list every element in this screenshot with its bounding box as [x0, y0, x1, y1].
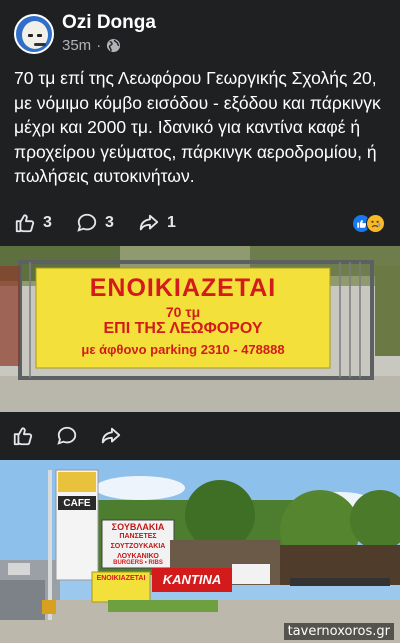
banner-size: 70 τμ — [165, 304, 201, 320]
share-icon — [139, 214, 159, 231]
watermark: tavernoxoros.gr — [283, 623, 394, 640]
avatar-face — [22, 21, 48, 49]
food-sign: ΣΟΥΒΛΑΚΙΑ ΠΑΝΣΕΤΕΣ ΣΟΥΤΖΟΥΚΑΚΙΑ ΛΟΥΚΑΝΙΚ… — [102, 522, 174, 562]
like-button[interactable]: 3 — [14, 212, 52, 234]
kantina-sign: KANTINA — [162, 572, 222, 587]
thumbs-up-icon — [15, 214, 35, 233]
sign-cafe: CAFE — [63, 498, 91, 509]
comment-count: 3 — [105, 214, 114, 231]
post-meta: 35m · — [62, 37, 121, 54]
banner-phone: με άφθονο parking 2310 - 478888 — [81, 342, 285, 357]
banner-location: ΕΠΙ ΤΗΣ ΛΕΩΦΟΡΟΥ — [103, 320, 263, 337]
comment-button[interactable]: 3 — [76, 212, 114, 234]
photo-action-bar — [0, 420, 400, 454]
post-photo-banner[interactable]: ΕΝΟΙΚΙΑΖΕΤΑΙ 70 τμ ΕΠΙ ΤΗΣ ΛΕΩΦΟΡΟΥ με ά… — [0, 246, 400, 412]
globe-icon — [107, 38, 121, 53]
post-text: 70 τμ επί της Λεωφόρου Γεωργικής Σχολής … — [14, 68, 381, 186]
reaction-summary[interactable] — [352, 214, 388, 234]
post-header: Ozi Donga 35m · — [0, 0, 400, 60]
avatar[interactable] — [14, 14, 54, 54]
like-count: 3 — [43, 214, 52, 231]
thumbs-up-icon[interactable] — [12, 425, 34, 447]
share-count: 1 — [167, 214, 176, 231]
sad-reaction-icon — [366, 214, 385, 233]
comment-icon — [77, 213, 97, 232]
food-sign-line1: ΣΟΥΒΛΑΚΙΑ — [111, 522, 165, 532]
post-time[interactable]: 35m — [62, 37, 91, 54]
reaction-bar: 3 3 1 — [0, 206, 400, 240]
comment-icon[interactable] — [56, 425, 78, 447]
small-rent-banner: ΕΝΟΙΚΙΑΖΕΤΑΙ — [96, 575, 146, 582]
banner-title: ΕΝΟΙΚΙΑΖΕΤΑΙ — [89, 274, 277, 302]
kantina-photo-scene — [0, 460, 400, 643]
share-icon[interactable] — [100, 425, 122, 447]
food-sign-line2: ΠΑΝΣΕΤΕΣ — [119, 533, 157, 540]
author-name[interactable]: Ozi Donga — [62, 12, 156, 34]
post-photo-kantina[interactable]: CAFE ΣΟΥΒΛΑΚΙΑ ΠΑΝΣΕΤΕΣ ΣΟΥΤΖΟΥΚΑΚΙΑ ΛΟΥ… — [0, 460, 400, 643]
share-button[interactable]: 1 — [138, 212, 176, 234]
food-sign-line3: ΣΟΥΤΖΟΥΚΑΚΙΑ — [110, 543, 166, 550]
burgers-sign: BURGERS • RIBS — [113, 560, 163, 566]
